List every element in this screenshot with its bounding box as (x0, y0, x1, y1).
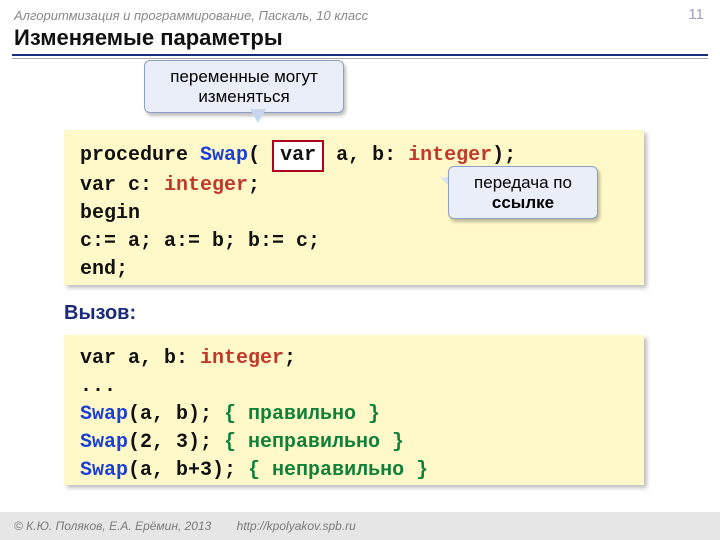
semicolon: ; (116, 258, 128, 281)
params: a, b: (324, 144, 408, 167)
kw-begin: begin (80, 202, 140, 225)
callout-line-bold: ссылке (492, 193, 554, 212)
page-number: 11 (688, 6, 704, 23)
paren-close: ); (492, 144, 516, 167)
paren-open: ( (248, 144, 260, 167)
breadcrumb: Алгоритмизация и программирование, Паска… (0, 0, 720, 23)
call-args: (a, b+3); (128, 459, 236, 482)
footer-url: http://kpolyakov.spb.ru (237, 519, 356, 533)
semicolon: ; (284, 347, 296, 370)
ellipsis: ... (80, 375, 116, 398)
comment-incorrect: { неправильно } (212, 431, 404, 454)
callout-line: передача по (474, 173, 572, 192)
call-label: Вызов: (64, 302, 136, 325)
call-swap: Swap (80, 403, 128, 426)
type-integer: integer (200, 347, 284, 370)
call-args: (a, b); (128, 403, 212, 426)
comment-correct: { правильно } (212, 403, 380, 426)
title-rule (12, 54, 708, 56)
var-decl: a, b: (116, 347, 200, 370)
comment-incorrect: { неправильно } (236, 459, 428, 482)
code-call-examples: var a, b: integer; ... Swap(a, b); { пра… (64, 335, 644, 485)
callout-pass-by-reference: передача по ссылке (448, 166, 598, 219)
type-integer: integer (164, 174, 248, 197)
type-integer: integer (408, 144, 492, 167)
callout-variables-can-change: переменные могут изменяться (144, 60, 344, 113)
callout-line: изменяться (198, 87, 289, 106)
kw-procedure: procedure (80, 144, 188, 167)
var-highlight-box: var (272, 140, 324, 172)
swap-body: c:= a; a:= b; b:= c; (80, 230, 320, 253)
footer: © К.Ю. Поляков, Е.А. Ерёмин, 2013 http:/… (0, 512, 720, 540)
call-swap: Swap (80, 459, 128, 482)
semicolon: ; (248, 174, 260, 197)
callout-line: переменные могут (170, 67, 318, 86)
callout-pointer-icon (250, 109, 266, 123)
kw-end: end (80, 258, 116, 281)
var-decl: c: (116, 174, 164, 197)
page-title: Изменяемые параметры (0, 23, 720, 57)
call-args: (2, 3); (128, 431, 212, 454)
proc-name: Swap (200, 144, 248, 167)
call-swap: Swap (80, 431, 128, 454)
title-thin-rule (12, 58, 708, 59)
kw-var: var (80, 347, 116, 370)
kw-var: var (80, 174, 116, 197)
footer-copyright: © К.Ю. Поляков, Е.А. Ерёмин, 2013 (14, 519, 211, 533)
